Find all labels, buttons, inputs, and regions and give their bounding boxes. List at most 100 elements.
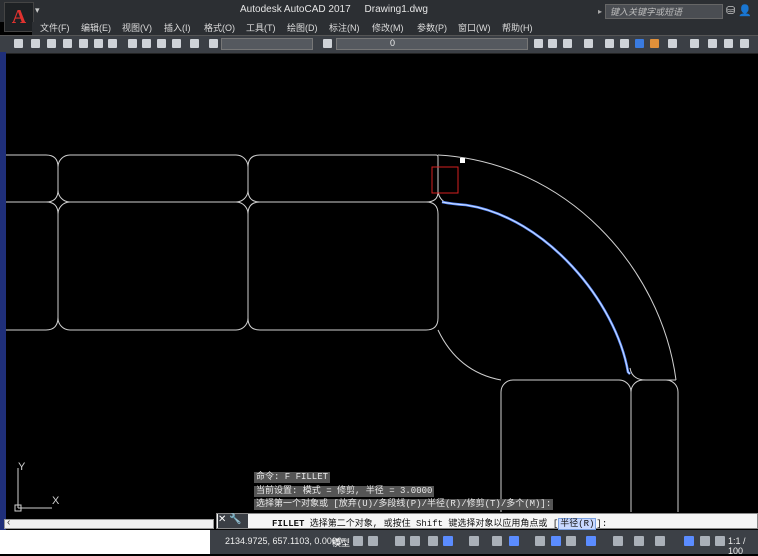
pan-icon[interactable] (724, 39, 733, 48)
menu-view[interactable]: 视图(V) (122, 22, 152, 35)
document-name: Drawing1.dwg (364, 4, 428, 15)
selection-filter-icon[interactable] (634, 536, 644, 546)
publish-icon[interactable] (108, 39, 117, 48)
model-space-button[interactable]: 模型 (332, 536, 350, 549)
object-snap-icon[interactable] (509, 536, 519, 546)
layer-previous-icon[interactable] (548, 39, 557, 48)
layer-properties-icon[interactable] (323, 39, 332, 48)
radius-option[interactable]: 半径(R) (558, 518, 597, 530)
orbit-icon[interactable] (740, 39, 749, 48)
horizontal-scrollbar[interactable]: ‹ (4, 517, 214, 529)
command-keyword: FILLET (272, 519, 305, 529)
zoom-icon[interactable] (708, 39, 717, 48)
app-name: Autodesk AutoCAD 2017 (240, 4, 351, 15)
cut-icon[interactable] (128, 39, 137, 48)
menu-parameters[interactable]: 参数(P) (417, 22, 447, 35)
shade-icon[interactable] (620, 39, 629, 48)
object-snap-tracking-icon[interactable] (492, 536, 502, 546)
binoculars-icon[interactable]: ⛁ (726, 5, 735, 17)
paste-icon[interactable] (157, 39, 166, 48)
menu-edit[interactable]: 编辑(E) (81, 22, 111, 35)
command-prompt-end: ]: (596, 519, 608, 529)
sofa-corner-outer-arc (437, 154, 677, 381)
pickbox-selection (431, 166, 459, 194)
snap-icon[interactable] (368, 536, 378, 546)
layer-match-icon[interactable] (563, 39, 572, 48)
menu-window[interactable]: 窗口(W) (458, 22, 491, 35)
wrench-icon[interactable]: 🔧 (229, 514, 241, 525)
dynamic-ucs-icon[interactable] (613, 536, 623, 546)
selection-cycling-icon[interactable] (566, 536, 576, 546)
infer-icon[interactable] (395, 536, 405, 546)
menu-draw[interactable]: 绘图(D) (287, 22, 318, 35)
search-input[interactable]: 键入关键字或短语 (605, 4, 723, 19)
dimension-icon[interactable] (690, 39, 699, 48)
isodraft-icon[interactable] (469, 536, 479, 546)
title-toolbar-icons[interactable]: ⛁ 👤 (726, 4, 752, 17)
menu-format[interactable]: 格式(O) (204, 22, 235, 35)
current-layer: 0 (390, 38, 396, 48)
window-title: Autodesk AutoCAD 2017 Drawing1.dwg (240, 4, 428, 15)
sofa-seat-cushion-3 (247, 201, 439, 331)
grid-icon[interactable] (353, 536, 363, 546)
command-history-line-2: 当前设置: 模式 = 修剪, 半径 = 3.0000 (254, 486, 435, 497)
scroll-left-icon[interactable]: ‹ (7, 517, 10, 528)
realistic-icon[interactable] (635, 39, 644, 48)
user-icon[interactable]: 👤 (738, 5, 752, 17)
transparency-icon[interactable] (551, 536, 561, 546)
undo-icon[interactable] (209, 39, 218, 48)
search-expand-icon[interactable]: ▸ (598, 7, 602, 16)
ucs-icon: Y X (14, 461, 60, 512)
menu-modify[interactable]: 修改(M) (372, 22, 404, 35)
visual-style-icon[interactable] (605, 39, 614, 48)
menu-insert[interactable]: 插入(I) (164, 22, 191, 35)
coordinates-readout[interactable]: 2134.9725, 657.1103, 0.0000 (225, 536, 342, 546)
layer-state-icon[interactable] (534, 39, 543, 48)
new-icon[interactable] (14, 39, 23, 48)
drawing-canvas[interactable] (6, 52, 758, 512)
quick-access-dropdown-icon[interactable]: ▾ (35, 5, 45, 17)
title-bar: ▾ Autodesk AutoCAD 2017 Drawing1.dwg ▸ 键… (0, 0, 758, 22)
sofa-back-cushion-1 (6, 154, 59, 203)
sofa-seat-cushion-2 (57, 201, 249, 331)
gizmo-icon[interactable] (655, 536, 665, 546)
render-icon[interactable] (668, 39, 677, 48)
dynamic-input-icon[interactable] (410, 536, 420, 546)
sofa-right-cushion-2 (630, 379, 679, 512)
lineweight-icon[interactable] (535, 536, 545, 546)
block-icon[interactable] (190, 39, 199, 48)
workspace-select[interactable] (221, 38, 313, 50)
layer-select[interactable] (336, 38, 528, 50)
menu-dimension[interactable]: 标注(N) (329, 22, 360, 35)
status-bar: 2134.9725, 657.1103, 0.0000 模型 1:1 / 100 (210, 530, 758, 556)
status-left-area (0, 530, 210, 554)
polar-icon[interactable] (443, 536, 453, 546)
close-icon[interactable]: ✕ (218, 514, 226, 525)
color-control-icon[interactable] (584, 39, 593, 48)
saveas-icon[interactable] (63, 39, 72, 48)
menu-file[interactable]: 文件(F) (40, 22, 70, 35)
print-icon[interactable] (79, 39, 88, 48)
annotation-visibility-icon[interactable] (684, 536, 694, 546)
save-icon[interactable] (47, 39, 56, 48)
annotation-scale-readout[interactable]: 1:1 / 100 (728, 536, 758, 556)
command-line-controls: ✕ 🔧 (218, 514, 248, 528)
3d-osnap-icon[interactable] (586, 536, 596, 546)
sofa-right-cushion-1 (500, 379, 632, 512)
menu-tools[interactable]: 工具(T) (246, 22, 276, 35)
grip-marker (460, 158, 465, 163)
copy-icon[interactable] (142, 39, 151, 48)
open-icon[interactable] (31, 39, 40, 48)
menu-help[interactable]: 帮助(H) (502, 22, 533, 35)
plot-preview-icon[interactable] (94, 39, 103, 48)
selected-arc-highlight (441, 200, 631, 375)
match-properties-icon[interactable] (172, 39, 181, 48)
application-menu-button[interactable]: A (4, 2, 34, 32)
material-icon[interactable] (650, 39, 659, 48)
sofa-corner-inner-arc (437, 329, 502, 381)
auto-scale-icon[interactable] (700, 536, 710, 546)
command-history-line-3: 选择第一个对象或 [放弃(U)/多段线(P)/半径(R)/修剪(T)/多个(M)… (254, 499, 554, 510)
ortho-icon[interactable] (428, 536, 438, 546)
annotation-scale-icon[interactable] (715, 536, 725, 546)
menu-bar: 文件(F) 编辑(E) 视图(V) 插入(I) 格式(O) 工具(T) 绘图(D… (32, 22, 758, 35)
